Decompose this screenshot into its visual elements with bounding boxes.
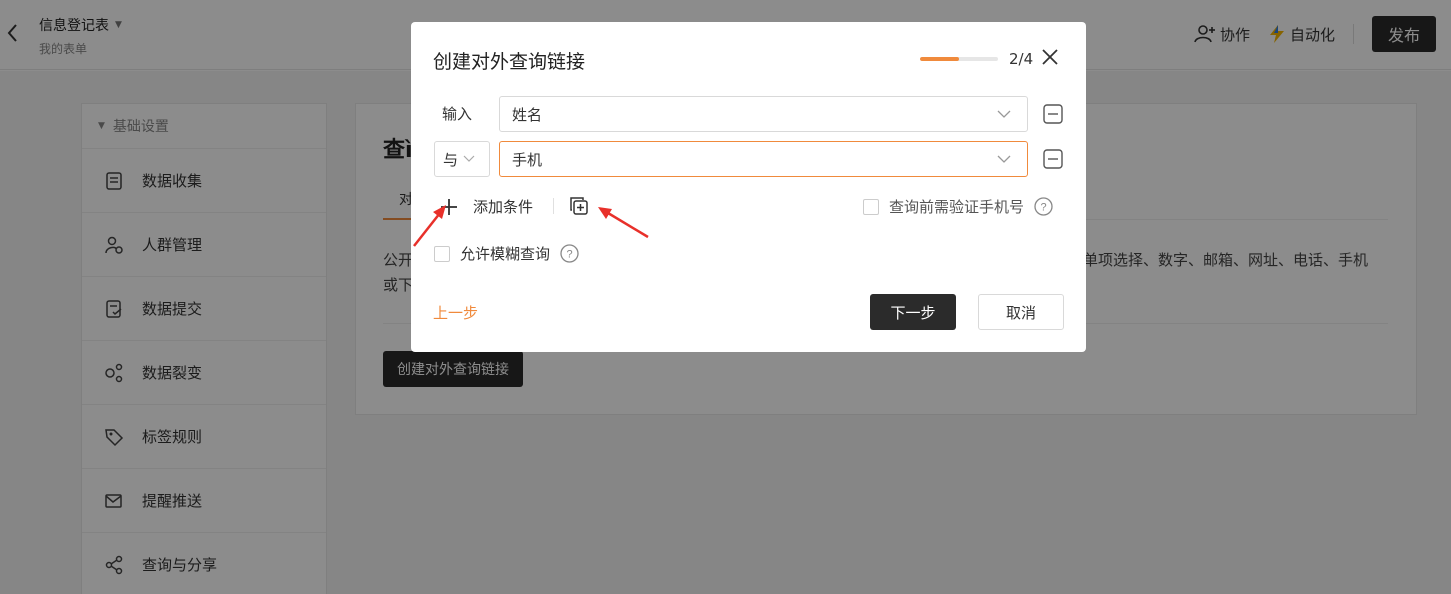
divider — [553, 198, 554, 214]
create-query-link-dialog: 创建对外查询链接 2/4 输入 姓名 与 手机 添加条件 查询前需验证手机号 ?… — [411, 22, 1086, 352]
prev-step-link[interactable]: 上一步 — [433, 302, 478, 323]
step-count: 2/4 — [1009, 50, 1034, 68]
verify-phone-option: 查询前需验证手机号 ? — [863, 196, 1053, 217]
verify-phone-label: 查询前需验证手机号 — [889, 198, 1025, 216]
cancel-button[interactable]: 取消 — [978, 294, 1064, 330]
input-label: 输入 — [442, 105, 473, 123]
svg-text:?: ? — [1040, 202, 1046, 214]
add-condition-button[interactable]: 添加条件 — [439, 196, 533, 217]
step-progress-fill — [920, 57, 959, 61]
remove-condition-icon[interactable] — [1043, 149, 1063, 169]
plus-icon — [441, 198, 457, 215]
remove-condition-icon[interactable] — [1043, 104, 1063, 124]
verify-phone-checkbox[interactable] — [863, 198, 879, 215]
fuzzy-query-label: 允许模糊查询 — [460, 245, 551, 263]
chevron-down-icon — [997, 155, 1011, 163]
fuzzy-query-option: 允许模糊查询 ? — [434, 243, 579, 264]
logic-operator-value: 与 — [443, 150, 459, 169]
fuzzy-query-checkbox[interactable] — [434, 245, 450, 262]
logic-operator-select[interactable]: 与 — [434, 141, 490, 177]
dialog-title: 创建对外查询链接 — [433, 51, 586, 73]
field-select-name[interactable]: 姓名 — [499, 96, 1028, 132]
add-condition-label: 添加条件 — [473, 198, 534, 216]
step-progress-bar — [920, 57, 998, 61]
help-icon[interactable]: ? — [1034, 197, 1053, 216]
svg-text:?: ? — [566, 249, 572, 261]
field-select-value: 姓名 — [512, 105, 543, 124]
next-step-button[interactable]: 下一步 — [870, 294, 956, 330]
chevron-down-icon — [463, 155, 475, 162]
close-icon[interactable] — [1041, 48, 1059, 66]
copy-add-icon[interactable] — [569, 196, 589, 216]
chevron-down-icon — [997, 110, 1011, 118]
field-select-phone[interactable]: 手机 — [499, 141, 1028, 177]
help-icon[interactable]: ? — [560, 244, 579, 263]
field-select-value: 手机 — [512, 150, 543, 169]
